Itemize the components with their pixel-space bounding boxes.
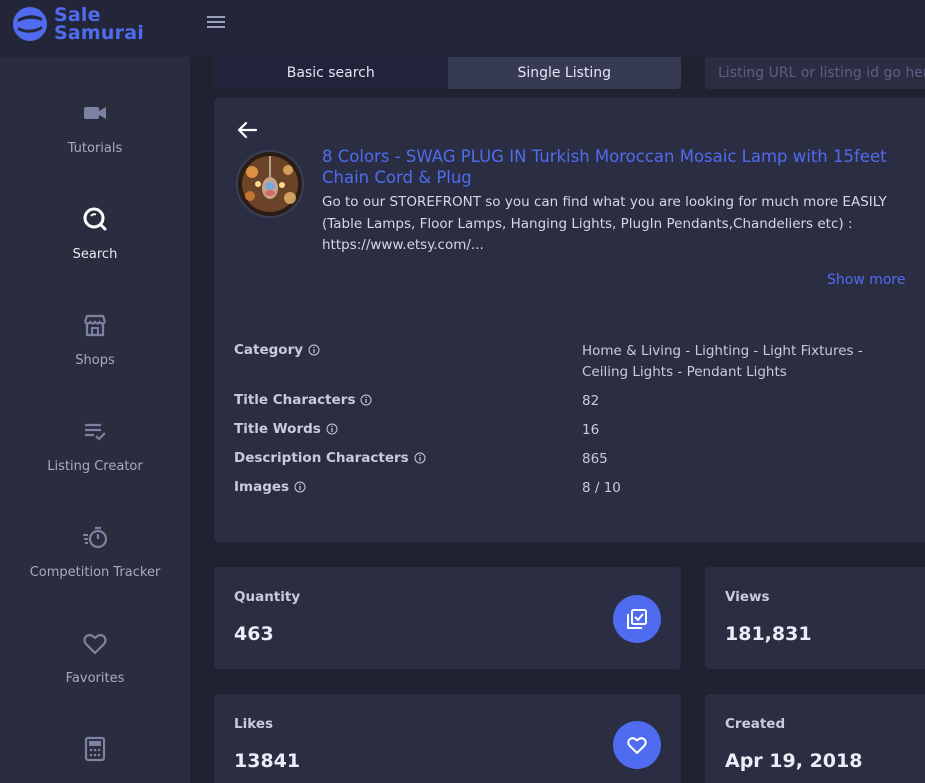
stat-card-likes: Likes 13841 (214, 694, 681, 783)
meta-label: Title Characters (234, 392, 372, 408)
heart-icon (627, 737, 647, 754)
info-icon[interactable] (326, 423, 338, 435)
stat-label: Views (725, 589, 770, 605)
listing-url-input[interactable] (705, 57, 925, 89)
quantity-badge (613, 595, 661, 643)
stat-label: Quantity (234, 589, 301, 605)
likes-badge (613, 721, 661, 769)
logo-line-2: Samurai (54, 22, 144, 44)
sidebar-item-label: Competition Tracker (29, 565, 161, 580)
meta-label-text: Title Characters (234, 392, 356, 408)
tab-basic-search[interactable]: Basic search (214, 57, 448, 89)
search-mode-tabs: Basic search Single Listing (214, 57, 681, 89)
listing-title-link[interactable]: 8 Colors - SWAG PLUG IN Turkish Moroccan… (322, 146, 912, 188)
meta-label-text: Description Characters (234, 450, 409, 466)
meta-label: Images (234, 479, 306, 495)
sidebar-item-listing-creator[interactable]: Listing Creator (0, 375, 190, 481)
top-header: Sale Samurai (0, 0, 925, 57)
meta-value: Home & Living - Lighting - Light Fixture… (582, 343, 863, 380)
sidebar-item-favorites[interactable]: Favorites (0, 587, 190, 693)
sidebar-item-label: Tutorials (67, 141, 123, 156)
meta-label-text: Title Words (234, 421, 321, 437)
meta-label: Description Characters (234, 450, 426, 466)
video-camera-icon (84, 107, 106, 119)
lamp-image (238, 152, 302, 216)
sidebar-item-label: Search (72, 247, 118, 262)
logo-text: Sale Samurai (54, 6, 144, 44)
listing-description: Go to our STOREFRONT so you can find wha… (322, 194, 887, 253)
meta-value: 82 (582, 393, 600, 409)
menu-toggle-icon[interactable] (207, 14, 225, 30)
stat-value: 181,831 (725, 623, 812, 645)
meta-value: 8 / 10 (582, 480, 621, 496)
back-arrow-icon[interactable] (236, 120, 258, 140)
meta-label-text: Images (234, 479, 290, 495)
stat-value: 463 (234, 623, 274, 645)
stopwatch-icon (83, 526, 108, 549)
sidebar-item-calculator[interactable] (0, 693, 190, 783)
tab-single-listing[interactable]: Single Listing (447, 57, 681, 89)
meta-value: 16 (582, 422, 600, 438)
storefront-icon (83, 314, 107, 337)
sidebar-item-competition-tracker[interactable]: Competition Tracker (0, 481, 190, 587)
checklist-icon (85, 423, 106, 441)
sidebar: Tutorials Search Shops Listing Creator C… (0, 57, 190, 783)
sidebar-item-label: Shops (75, 353, 115, 368)
calculator-icon (84, 736, 106, 762)
sidebar-item-search[interactable]: Search (0, 163, 190, 269)
app-logo[interactable]: Sale Samurai (12, 6, 144, 44)
info-icon[interactable] (360, 394, 372, 406)
listing-thumbnail[interactable] (236, 150, 304, 218)
sidebar-item-label: Favorites (65, 671, 125, 686)
stat-value: 13841 (234, 750, 301, 772)
stat-label: Created (725, 716, 786, 732)
sidebar-item-label: Listing Creator (47, 459, 143, 474)
sidebar-item-tutorials[interactable]: Tutorials (0, 57, 190, 163)
stat-card-quantity: Quantity 463 (214, 567, 681, 669)
checked-stack-icon (627, 609, 647, 629)
info-icon[interactable] (294, 481, 306, 493)
meta-label: Title Words (234, 421, 338, 437)
stat-card-views: Views 181,831 (705, 567, 925, 669)
info-icon[interactable] (308, 344, 320, 356)
sidebar-item-shops[interactable]: Shops (0, 269, 190, 375)
stat-value: Apr 19, 2018 (725, 750, 863, 772)
search-icon (83, 207, 107, 231)
meta-label-text: Category (234, 342, 304, 358)
show-more-link[interactable]: Show more (827, 272, 906, 288)
meta-label: Category (234, 342, 320, 358)
info-icon[interactable] (414, 452, 426, 464)
logo-mark-icon (13, 7, 47, 41)
stat-label: Likes (234, 716, 274, 732)
listing-details-panel: 8 Colors - SWAG PLUG IN Turkish Moroccan… (214, 98, 925, 542)
stat-card-created: Created Apr 19, 2018 (705, 694, 925, 783)
heart-icon (83, 633, 107, 655)
meta-value: 865 (582, 451, 608, 467)
